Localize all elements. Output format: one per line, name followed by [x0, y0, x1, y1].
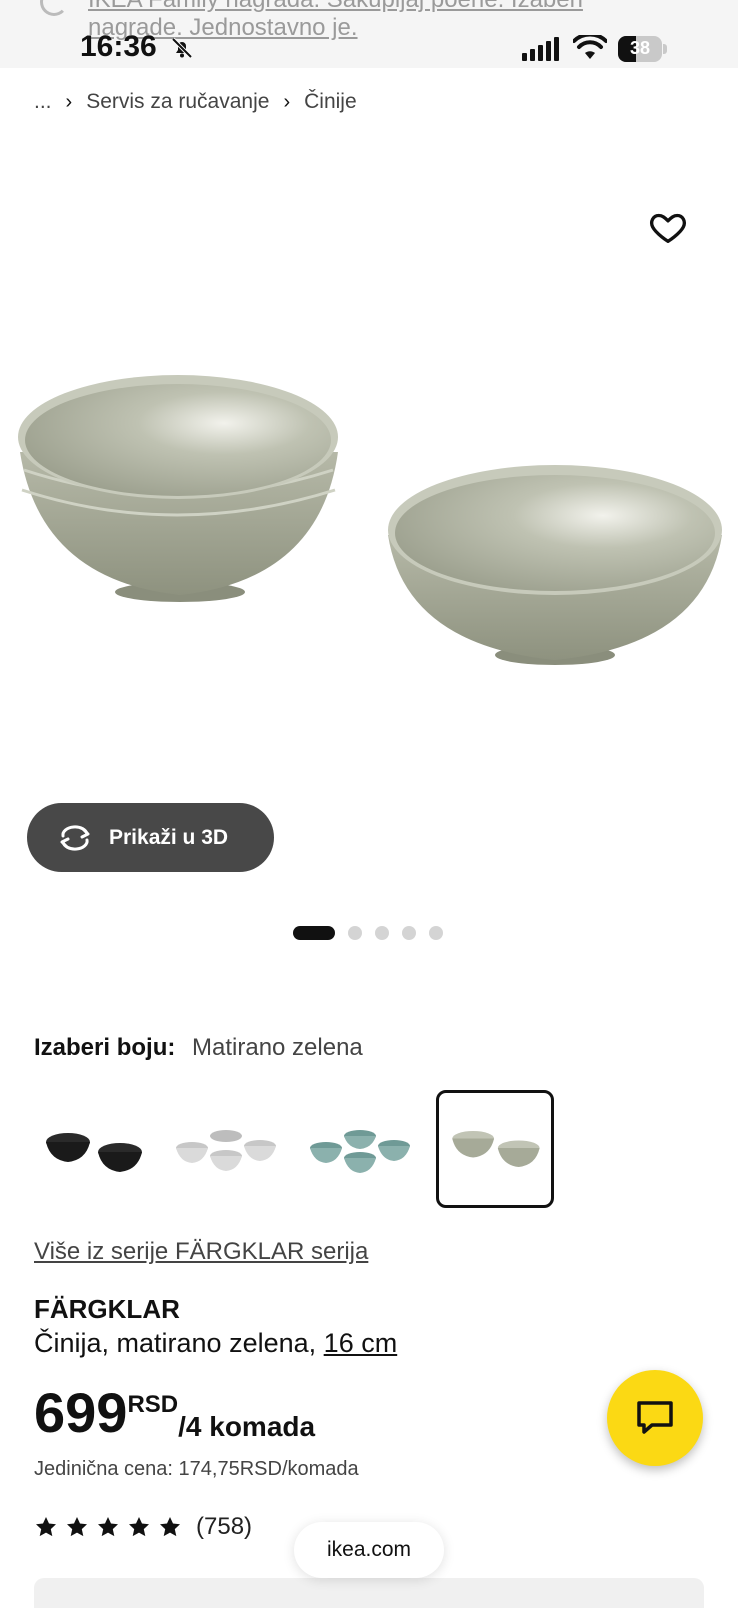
silent-bell-icon — [171, 37, 193, 59]
status-time: 16:36 — [80, 30, 157, 63]
color-swatch-matte-green[interactable] — [436, 1090, 554, 1208]
gallery-dot[interactable] — [348, 926, 362, 940]
unit-price: Jedinična cena: 174,75RSD/komada — [34, 1458, 359, 1480]
breadcrumb-item-bowls[interactable]: Činije — [304, 90, 357, 114]
breadcrumb: ... › Servis za ručavanje › Činije — [34, 90, 357, 114]
gallery-dot[interactable] — [429, 926, 443, 940]
gallery-dot[interactable] — [402, 926, 416, 940]
browser-url-bar[interactable]: ikea.com — [294, 1522, 444, 1578]
view-3d-button[interactable]: Prikaži u 3D — [27, 803, 274, 872]
gallery-dot[interactable] — [293, 926, 335, 940]
review-count[interactable]: (758) — [196, 1513, 252, 1541]
star-icon — [36, 1517, 56, 1537]
chevron-right-icon: › — [65, 90, 73, 113]
wifi-icon — [573, 35, 607, 59]
gallery-dot[interactable] — [375, 926, 389, 940]
star-icon — [129, 1517, 149, 1537]
product-description: Činija, matirano zelena, 16 cm — [34, 1328, 397, 1359]
cell-signal-icon — [522, 37, 562, 61]
color-swatch-black[interactable] — [34, 1090, 152, 1208]
chevron-right-icon: › — [283, 90, 291, 113]
favorite-heart-icon[interactable] — [648, 208, 688, 248]
breadcrumb-ellipsis[interactable]: ... — [34, 90, 52, 114]
battery-icon: 38 — [618, 36, 668, 62]
series-link[interactable]: Više iz serije FÄRGKLAR serija — [34, 1238, 368, 1266]
price-unit: /4 komada — [178, 1411, 316, 1442]
color-picker-label: Izaberi boju: Matirano zelena — [34, 1034, 363, 1062]
product-description-text: Činija, matirano zelena, — [34, 1328, 317, 1358]
rotate-3d-icon — [60, 824, 90, 851]
view-3d-label: Prikaži u 3D — [109, 825, 229, 849]
price-currency: RSD — [127, 1391, 179, 1418]
gallery-pagination — [293, 926, 443, 940]
rating-stars[interactable] — [34, 1515, 182, 1539]
chat-icon — [637, 1401, 673, 1434]
bottom-card — [34, 1578, 704, 1608]
product-size-link[interactable]: 16 cm — [324, 1328, 398, 1358]
breadcrumb-item-dinnerware[interactable]: Servis za ručavanje — [86, 90, 269, 114]
product-name: FÄRGKLAR — [34, 1294, 180, 1324]
star-icon — [67, 1517, 87, 1537]
color-swatch-white[interactable] — [168, 1090, 286, 1208]
star-icon — [98, 1517, 118, 1537]
color-label: Izaberi boju: — [34, 1034, 176, 1061]
product-price: 699 RSD /4 komada — [34, 1385, 315, 1443]
color-swatch-turquoise[interactable] — [302, 1090, 420, 1208]
product-image[interactable] — [0, 140, 738, 800]
battery-level: 38 — [629, 38, 651, 58]
star-icon — [160, 1517, 180, 1537]
selected-color: Matirano zelena — [192, 1034, 363, 1061]
promo-banner-line-1[interactable]: IKEA Family nagrada: Sakupljaj poene. Iz… — [88, 0, 583, 14]
chat-button[interactable] — [607, 1370, 703, 1466]
price-value: 699 — [34, 1381, 128, 1444]
